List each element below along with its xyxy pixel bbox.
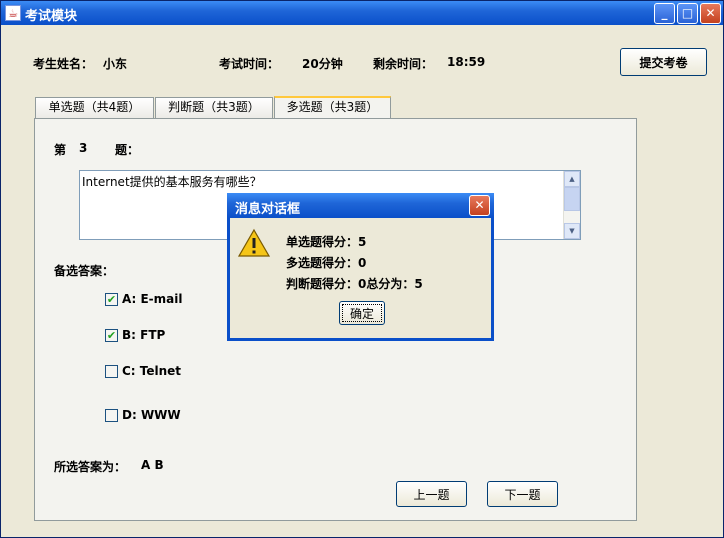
window-title: 考试模块 xyxy=(25,9,78,24)
question-number: 3 xyxy=(79,141,88,155)
maximize-button[interactable]: □ xyxy=(677,3,698,24)
answers-label: 备选答案： xyxy=(54,264,115,278)
exam-time-value: 20分钟 xyxy=(302,57,343,71)
next-question-button[interactable]: 下一题 xyxy=(487,481,558,507)
tab-true-false[interactable]: 判断题（共3题） xyxy=(155,97,273,118)
student-name-value: 小东 xyxy=(103,57,128,71)
question-scrollbar[interactable]: ▲ ▼ xyxy=(563,171,580,239)
tab-multiple-choice[interactable]: 多选题（共3题） xyxy=(274,96,391,118)
option-d-checkbox[interactable] xyxy=(105,409,118,422)
message-dialog: 消息对话框 ✕ 单选题得分：5 多选题得分：0 判断题得分：0总分为：5 确定 xyxy=(227,193,494,341)
option-a-checkbox[interactable]: ✔ xyxy=(105,293,118,306)
selected-answer-value: A B xyxy=(141,458,164,472)
submit-exam-button[interactable]: 提交考卷 xyxy=(620,48,707,76)
java-cup-icon: ☕ xyxy=(5,5,21,21)
option-b-label: B: FTP xyxy=(122,328,166,342)
selected-answer-label: 所选答案为： xyxy=(54,460,127,474)
remaining-time-label: 剩余时间： xyxy=(373,57,434,71)
option-c-label: C: Telnet xyxy=(122,364,182,378)
dialog-title-bar[interactable]: 消息对话框 ✕ xyxy=(227,193,494,218)
scroll-thumb[interactable] xyxy=(564,187,580,211)
single-choice-score: 单选题得分：5 xyxy=(286,235,367,249)
dialog-title: 消息对话框 xyxy=(235,202,301,217)
dialog-close-button[interactable]: ✕ xyxy=(469,195,490,216)
option-b-checkbox[interactable]: ✔ xyxy=(105,329,118,342)
scroll-down-icon[interactable]: ▼ xyxy=(564,223,580,239)
student-name-label: 考生姓名： xyxy=(33,57,94,71)
option-c-checkbox[interactable] xyxy=(105,365,118,378)
question-suffix: 题： xyxy=(115,143,140,157)
title-bar[interactable]: ☕ 考试模块 _ □ ✕ xyxy=(1,1,723,25)
question-prefix: 第 xyxy=(54,143,67,157)
option-a-label: A: E-mail xyxy=(122,292,183,306)
tab-single-choice[interactable]: 单选题（共4题） xyxy=(35,97,154,118)
minimize-button[interactable]: _ xyxy=(654,3,675,24)
option-d-label: D: WWW xyxy=(122,408,181,422)
remaining-time-value: 18:59 xyxy=(447,55,486,69)
warning-icon xyxy=(238,228,270,257)
close-button[interactable]: ✕ xyxy=(700,3,721,24)
exam-time-label: 考试时间： xyxy=(219,57,280,71)
previous-question-button[interactable]: 上一题 xyxy=(396,481,467,507)
ok-button[interactable]: 确定 xyxy=(339,301,385,325)
scroll-up-icon[interactable]: ▲ xyxy=(564,171,580,187)
true-false-and-total-score: 判断题得分：0总分为：5 xyxy=(286,277,423,291)
question-text: Internet提供的基本服务有哪些？ xyxy=(82,175,262,189)
multiple-choice-score: 多选题得分：0 xyxy=(286,256,367,270)
